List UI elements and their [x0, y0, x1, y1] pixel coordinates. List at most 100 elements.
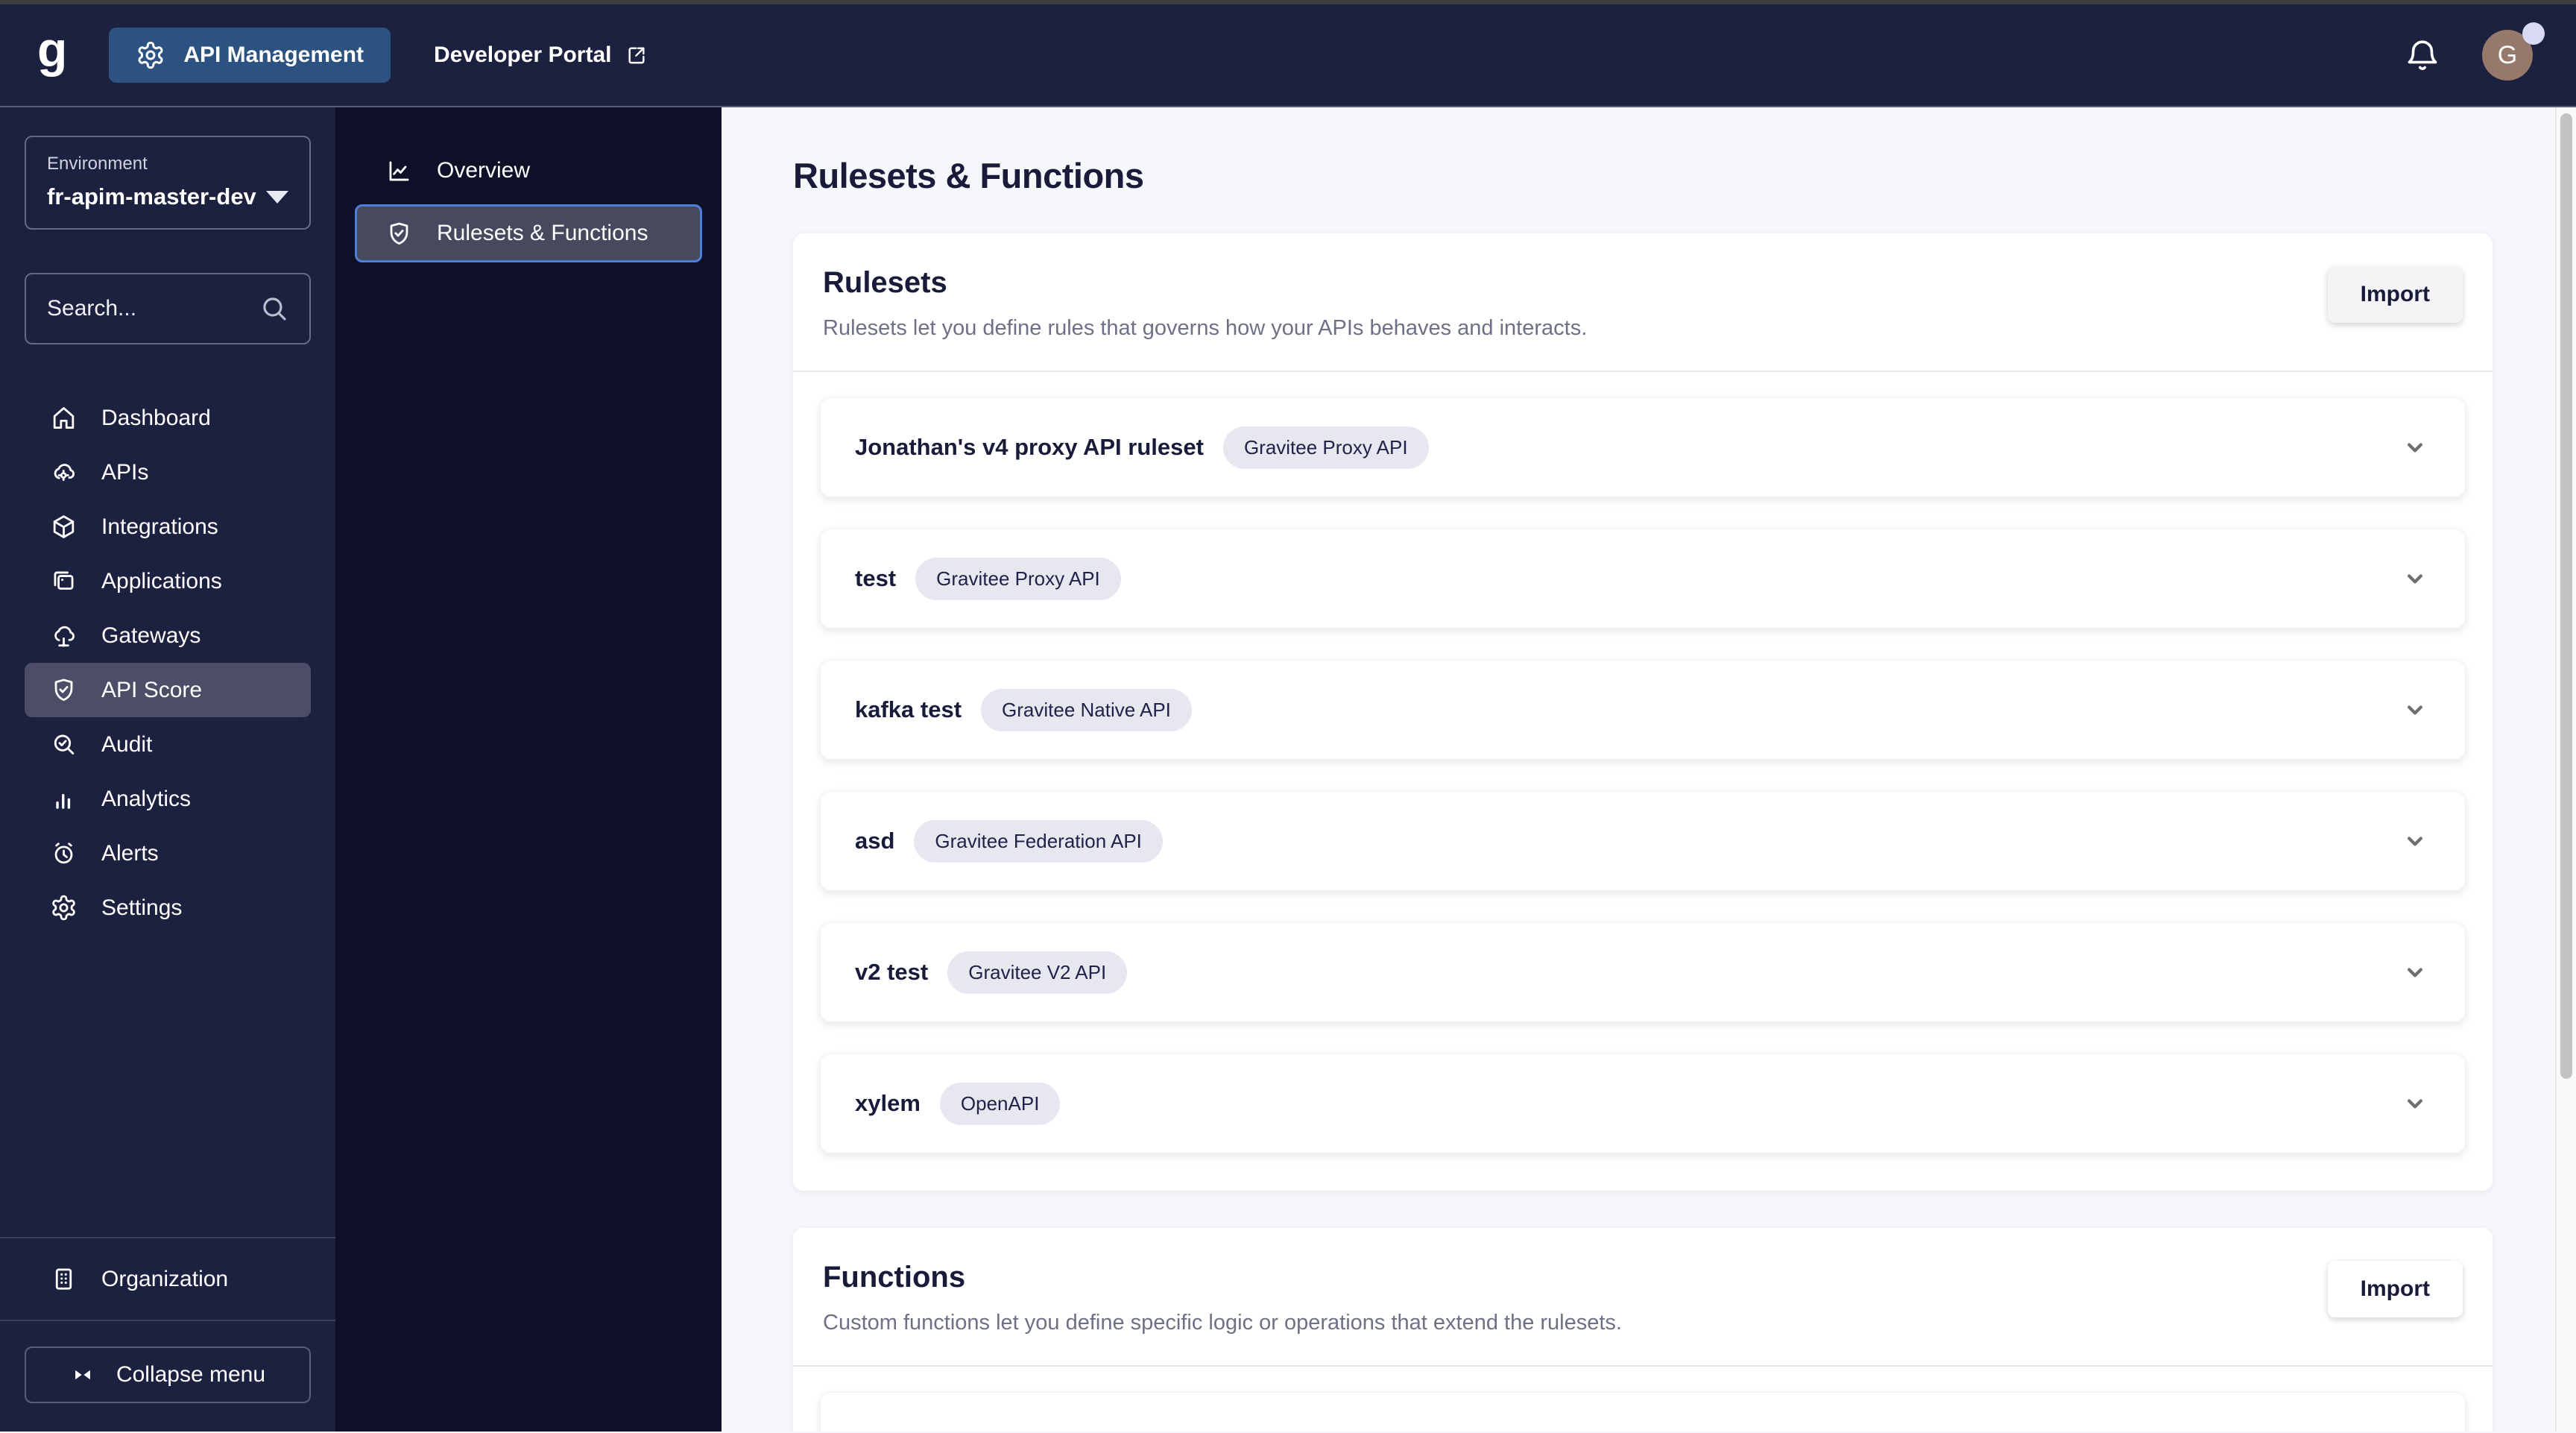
- ruleset-type-badge: Gravitee Proxy API: [915, 557, 1121, 600]
- ruleset-name: v2 test: [855, 959, 929, 985]
- user-avatar[interactable]: G: [2482, 22, 2545, 81]
- chevron-down-icon[interactable]: [2399, 563, 2431, 594]
- developer-portal-link[interactable]: Developer Portal: [434, 42, 648, 68]
- collapse-menu-button[interactable]: Collapse menu: [25, 1347, 311, 1403]
- notifications-bell-icon[interactable]: [2405, 37, 2440, 73]
- sidebar-item-settings[interactable]: Settings: [25, 881, 311, 935]
- sidebar-item-api-score[interactable]: API Score: [25, 663, 311, 717]
- page-title: Rulesets & Functions: [793, 156, 1144, 195]
- topbar-right: G: [2405, 22, 2545, 81]
- sidebar-item-label: Settings: [101, 895, 183, 920]
- rulesets-card: Rulesets Rulesets let you define rules t…: [793, 233, 2493, 1191]
- sidebar-search: [25, 273, 311, 344]
- functions-import-button[interactable]: Import: [2327, 1261, 2463, 1317]
- organization-icon: [50, 1265, 78, 1293]
- ruleset-name: Jonathan's v4 proxy API ruleset: [855, 434, 1204, 460]
- rulesets-card-header: Rulesets Rulesets let you define rules t…: [793, 233, 2493, 372]
- cube-icon: [50, 513, 78, 541]
- line-chart-icon: [385, 157, 413, 185]
- organization-label: Organization: [101, 1266, 229, 1291]
- chevron-down-icon[interactable]: [2399, 825, 2431, 857]
- ruleset-type-badge: Gravitee Native API: [981, 688, 1192, 731]
- rulesets-import-button[interactable]: Import: [2327, 266, 2463, 323]
- gear-icon: [50, 894, 78, 922]
- sidebar-item-organization[interactable]: Organization: [0, 1238, 335, 1320]
- chevron-down-icon[interactable]: [2399, 1088, 2431, 1119]
- topbar: g API Management Developer Portal G: [0, 4, 2576, 107]
- sidebar-item-alerts[interactable]: Alerts: [25, 826, 311, 881]
- app-switcher-label: API Management: [183, 42, 364, 67]
- scrollbar-track[interactable]: [2555, 107, 2576, 1432]
- chevron-down-icon[interactable]: [2399, 694, 2431, 725]
- chevron-down-icon[interactable]: [2399, 1426, 2431, 1432]
- ruleset-row[interactable]: asd Gravitee Federation API: [820, 791, 2466, 891]
- alarm-icon: [50, 840, 78, 867]
- bar-chart-icon: [50, 785, 78, 813]
- developer-portal-label: Developer Portal: [434, 42, 612, 67]
- ruleset-name: xylem: [855, 1090, 921, 1116]
- sidebar-item-gateways[interactable]: Gateways: [25, 608, 311, 663]
- chevron-down-icon[interactable]: [2399, 957, 2431, 988]
- sidebar-item-label: Applications: [101, 568, 222, 593]
- collapse-icon: [70, 1362, 95, 1388]
- sidebar-item-analytics[interactable]: Analytics: [25, 772, 311, 826]
- subnav-item-label: Overview: [437, 158, 531, 183]
- search-icon: [259, 293, 290, 324]
- search-input[interactable]: [45, 295, 247, 322]
- cloud-gear-icon: [50, 459, 78, 486]
- scrollbar-thumb[interactable]: [2560, 113, 2572, 1079]
- functions-card: Functions Custom functions let you defin…: [793, 1228, 2493, 1432]
- function-row[interactable]: planOtherThanKeyless.js: [820, 1392, 2466, 1432]
- functions-title: Functions: [823, 1261, 966, 1294]
- sidebar-item-apis[interactable]: APIs: [25, 445, 311, 500]
- app-switcher-button[interactable]: API Management: [109, 28, 391, 83]
- rulesets-title: Rulesets: [823, 266, 947, 299]
- environment-label: Environment: [47, 154, 148, 174]
- ruleset-type-badge: Gravitee V2 API: [947, 951, 1128, 994]
- ruleset-name: asd: [855, 828, 895, 854]
- sidebar-item-label: Audit: [101, 731, 153, 757]
- functions-description: Custom functions let you define specific…: [823, 1311, 1622, 1335]
- sidebar-item-label: Integrations: [101, 514, 218, 539]
- sidebar-item-label: APIs: [101, 459, 149, 485]
- sidebar-item-label: Dashboard: [101, 405, 211, 430]
- ruleset-name: kafka test: [855, 696, 962, 722]
- sidebar-item-label: API Score: [101, 677, 203, 702]
- sidebar-item-audit[interactable]: Audit: [25, 717, 311, 772]
- gear-icon: [136, 40, 165, 70]
- shield-check-icon: [385, 220, 413, 248]
- shield-check-icon: [50, 676, 78, 704]
- sidebar-item-label: Alerts: [101, 840, 159, 866]
- sidebar-item-label: Gateways: [101, 623, 201, 648]
- caret-down-icon: [266, 190, 288, 204]
- ruleset-name: test: [855, 565, 897, 591]
- sidebar-item-label: Analytics: [101, 786, 192, 811]
- environment-selector[interactable]: Environment fr-apim-master-dev: [25, 136, 311, 230]
- gravitee-logo[interactable]: g: [37, 25, 67, 74]
- chevron-down-icon[interactable]: [2399, 432, 2431, 463]
- avatar-initial: G: [2497, 40, 2518, 69]
- secondary-sidebar: Overview Rulesets & Functions: [335, 107, 722, 1432]
- ruleset-row[interactable]: Jonathan's v4 proxy API ruleset Gravitee…: [820, 397, 2466, 497]
- primary-sidebar: Environment fr-apim-master-dev Dashboard…: [0, 107, 335, 1432]
- sidebar-item-applications[interactable]: Applications: [25, 554, 311, 608]
- external-link-icon: [625, 43, 648, 67]
- sidebar-item-dashboard[interactable]: Dashboard: [25, 391, 311, 445]
- rulesets-description: Rulesets let you define rules that gover…: [823, 316, 1588, 340]
- subnav-item-overview[interactable]: Overview: [355, 142, 702, 200]
- sidebar-item-integrations[interactable]: Integrations: [25, 500, 311, 554]
- ruleset-row[interactable]: kafka test Gravitee Native API: [820, 660, 2466, 760]
- home-icon: [50, 404, 78, 432]
- ruleset-row[interactable]: test Gravitee Proxy API: [820, 529, 2466, 629]
- functions-card-header: Functions Custom functions let you defin…: [793, 1228, 2493, 1367]
- search-check-icon: [50, 731, 78, 758]
- collapse-menu-label: Collapse menu: [116, 1362, 266, 1387]
- ruleset-type-badge: OpenAPI: [939, 1082, 1061, 1125]
- subnav-item-rulesets-functions[interactable]: Rulesets & Functions: [355, 204, 702, 262]
- function-name: planOtherThanKeyless.js: [855, 1429, 1132, 1432]
- cloud-node-icon: [50, 622, 78, 649]
- applications-icon: [50, 567, 78, 595]
- ruleset-row[interactable]: v2 test Gravitee V2 API: [820, 922, 2466, 1022]
- subnav-item-label: Rulesets & Functions: [437, 221, 648, 245]
- ruleset-row[interactable]: xylem OpenAPI: [820, 1054, 2466, 1153]
